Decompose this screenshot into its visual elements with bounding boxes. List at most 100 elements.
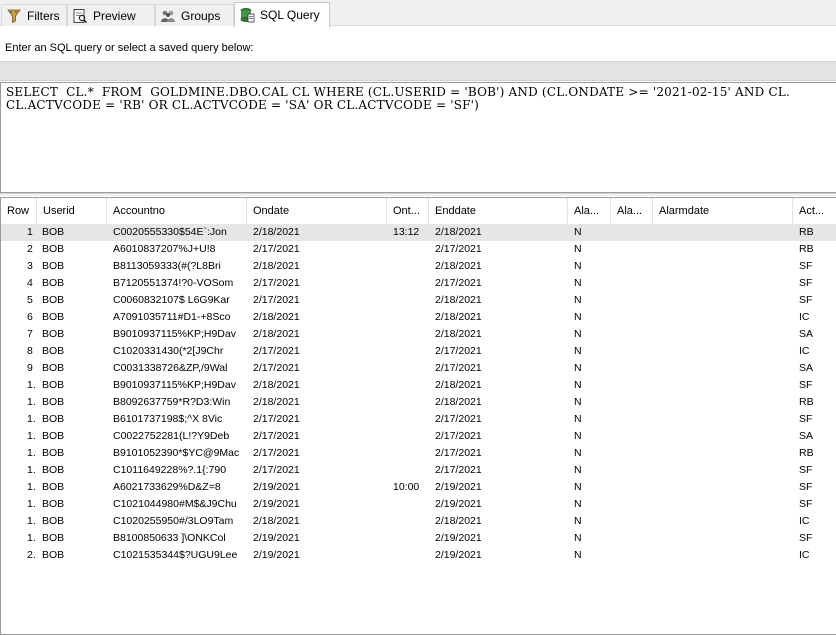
cell-actvcode: SA [799,328,814,340]
table-row[interactable]: 1. BOB C0022752281(L!?Y9Deb 2/17/2021 2/17/2… [1,428,836,445]
cell-alarm-time [617,258,655,275]
column-header-ontime[interactable]: Ont... [387,198,429,225]
cell-alarm-time [617,309,655,326]
column-header-alarm-flag[interactable]: Ala... [568,198,611,225]
cell-alarm-flag: N [574,532,582,544]
cell-ondate: 2/19/2021 [253,532,300,544]
table-row[interactable]: 8 BOB C1020331430(*2[J9Chr 2/17/2021 2/17/20… [1,343,836,360]
table-row[interactable]: 1. BOB B6101737198$;^X 8Vic 2/17/2021 2/17/2… [1,411,836,428]
table-row[interactable]: 9 BOB C0031338726&ZP,/9Wal 2/17/2021 2/17/20… [1,360,836,377]
cell-enddate: 2/18/2021 [435,379,482,391]
cell-actvcode: SF [799,277,813,289]
column-header-row[interactable]: Row [1,198,37,225]
cell-ontime: 10:00 [393,481,420,493]
table-row[interactable]: 1 BOB C0020555330$54E`:Jon 2/18/2021 13:12 2/… [1,224,836,241]
cell-userid: BOB [42,379,65,391]
cell-userid: BOB [42,277,65,289]
cell-accountno: A6021733629%D&Z=8 [113,481,221,493]
table-row[interactable]: 5 BOB C0060832107$ L6G9Kar 2/17/2021 2/18/20… [1,292,836,309]
cell-alarmdate [659,462,795,479]
cell-ontime [393,496,431,513]
column-header-alarm-time[interactable]: Ala... [611,198,653,225]
cell-ontime [393,428,431,445]
cell-accountno: C0031338726&ZP,/9Wal [113,362,228,374]
cell-enddate: 2/18/2021 [435,515,482,527]
cell-alarmdate [659,479,795,496]
cell-userid: BOB [42,328,65,340]
tab-preview[interactable]: Preview [67,4,155,26]
table-row[interactable]: 1. BOB C1020255950#/3LO9Tam 2/18/2021 2/18/2… [1,513,836,530]
column-header-actvcode[interactable]: Act... [793,198,836,225]
cell-alarm-time [617,241,655,258]
table-row[interactable]: 7 BOB B9010937115%KP;H9Dav 2/18/2021 2/18/20… [1,326,836,343]
cell-accountno: C0060832107$ L6G9Kar [113,294,230,306]
cell-enddate: 2/19/2021 [435,498,482,510]
tab-filters[interactable]: Filters [1,4,67,26]
cell-accountno: C1021535344$?UGU9Lee [113,549,238,561]
cell-alarm-flag: N [574,362,582,374]
cell-actvcode: SF [799,498,813,510]
cell-accountno: A6010837207%J+U!8 [113,243,216,255]
cell-alarm-time [617,428,655,445]
table-row[interactable]: 3 BOB B8113059333(#(?L8Bri 2/18/2021 2/18/20… [1,258,836,275]
cell-ondate: 2/17/2021 [253,277,300,289]
cell-enddate: 2/17/2021 [435,413,482,425]
filter-icon [6,8,22,24]
column-header-accountno[interactable]: Accountno [107,198,247,225]
cell-alarmdate [659,275,795,292]
cell-ondate: 2/17/2021 [253,345,300,357]
cell-actvcode: SF [799,413,813,425]
table-row[interactable]: 1. BOB A6021733629%D&Z=8 2/19/2021 10:00 2/19… [1,479,836,496]
cell-accountno: B8092637759*R?D3:Win [113,396,231,408]
table-row[interactable]: 1. BOB B8100850633 ]\ONKCol 2/19/2021 2/19/2… [1,530,836,547]
cell-alarmdate [659,496,795,513]
column-header-enddate[interactable]: Enddate [429,198,568,225]
sql-editor[interactable]: SELECT CL.* FROM GOLDMINE.DBO.CAL CL WHE… [0,82,836,193]
column-header-alarmdate[interactable]: Alarmdate [653,198,793,225]
saved-query-selector[interactable] [0,61,836,81]
cell-alarmdate [659,547,795,564]
cell-actvcode: RB [799,243,814,255]
cell-ondate: 2/18/2021 [253,260,300,272]
cell-alarm-time [617,479,655,496]
cell-accountno: B9010937115%KP;H9Dav [113,379,236,391]
cell-enddate: 2/18/2021 [435,294,482,306]
cell-ondate: 2/18/2021 [253,515,300,527]
column-header-userid[interactable]: Userid [37,198,107,225]
table-row[interactable]: 1. BOB C1011649228%?.1{:790 2/17/2021 2/17/2… [1,462,836,479]
cell-ontime [393,309,431,326]
table-row[interactable]: 2 BOB A6010837207%J+U!8 2/17/2021 2/17/2021 N… [1,241,836,258]
cell-enddate: 2/17/2021 [435,430,482,442]
tab-label: Filters [27,8,60,23]
table-row[interactable]: 2. BOB C1021535344$?UGU9Lee 2/19/2021 2/19/2… [1,547,836,564]
cell-enddate: 2/17/2021 [435,277,482,289]
cell-alarm-flag: N [574,226,582,238]
cell-ontime: 13:12 [393,226,420,238]
cell-enddate: 2/17/2021 [435,243,482,255]
cell-userid: BOB [42,243,65,255]
cell-alarmdate [659,292,795,309]
cell-ontime [393,343,431,360]
table-row[interactable]: 4 BOB B7120551374!?0-VOSom 2/17/2021 2/17/20… [1,275,836,292]
cell-userid: BOB [42,481,65,493]
cell-enddate: 2/18/2021 [435,328,482,340]
table-row[interactable]: 6 BOB A7091035711#D1-+8Sco 2/18/2021 2/18/20… [1,309,836,326]
table-row[interactable]: 1. BOB C1021044980#M$&J9Chu 2/19/2021 2/19/2… [1,496,836,513]
cell-alarm-time [617,547,655,564]
cell-alarmdate [659,394,795,411]
table-row[interactable]: 1. BOB B9010937115%KP;H9Dav 2/18/2021 2/18/2… [1,377,836,394]
panel-splitter[interactable] [0,193,836,196]
tab-groups[interactable]: Groups [155,4,234,26]
table-row[interactable]: 1. BOB B8092637759*R?D3:Win 2/18/2021 2/18/2… [1,394,836,411]
cell-accountno: B6101737198$;^X 8Vic [113,413,223,425]
results-grid[interactable]: Row Userid Accountno Ondate Ont... Enddate Ala… [0,197,836,635]
cell-alarm-time [617,513,655,530]
cell-alarm-flag: N [574,294,582,306]
cell-accountno: C0020555330$54E`:Jon [113,226,227,238]
tab-sql-query[interactable]: SQL Query [234,2,330,27]
cell-enddate: 2/18/2021 [435,311,482,323]
column-header-ondate[interactable]: Ondate [247,198,387,225]
table-row[interactable]: 1. BOB B9101052390*$YC@9Mac 2/17/2021 2/17/2… [1,445,836,462]
cell-alarm-time [617,360,655,377]
cell-userid: BOB [42,311,65,323]
